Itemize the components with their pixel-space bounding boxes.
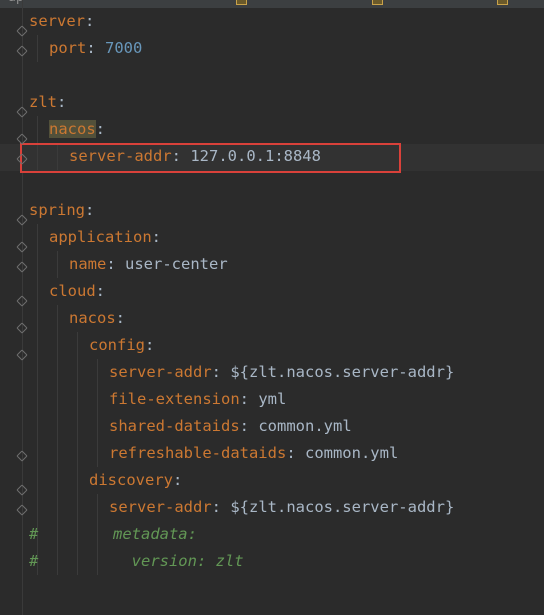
code-line[interactable]: application:	[49, 224, 161, 251]
yaml-separator: :	[85, 12, 95, 30]
yaml-value: common.yml	[304, 444, 399, 462]
yaml-separator: :	[106, 255, 125, 273]
yaml-separator: :	[239, 390, 259, 408]
code-line[interactable]: name: user-center	[69, 251, 228, 278]
code-line[interactable]: discovery:	[89, 467, 182, 494]
yaml-key: shared-dataids	[109, 417, 240, 435]
yaml-key: name	[69, 255, 107, 273]
code-line[interactable]: # version: zlt	[29, 548, 244, 575]
yaml-separator: :	[86, 39, 105, 57]
code-line[interactable]: config:	[89, 332, 154, 359]
yaml-separator: :	[115, 309, 126, 327]
yaml-separator: :	[145, 336, 155, 354]
yaml-key: zlt	[29, 93, 57, 111]
yaml-key: cloud	[49, 282, 96, 300]
comment-text: # metadata:	[29, 525, 197, 543]
yaml-value: 7000	[105, 39, 143, 57]
code-line[interactable]: zlt:	[29, 89, 66, 116]
yaml-separator: :	[239, 417, 259, 435]
code-line[interactable]: shared-dataids: common.yml	[109, 413, 352, 440]
yaml-key: nacos	[49, 120, 96, 138]
code-line[interactable]: cloud:	[49, 278, 105, 305]
yaml-key: spring	[29, 201, 85, 219]
code-line[interactable]: # metadata:	[29, 521, 197, 548]
yaml-value: ${zlt.nacos.server-addr}	[230, 363, 455, 381]
yaml-separator: :	[173, 471, 183, 489]
yaml-key: nacos	[69, 309, 116, 327]
yaml-key: application	[49, 228, 152, 246]
yaml-key: discovery	[89, 471, 173, 489]
code-editor[interactable]: server: port: 7000 zlt: nacos: server-addr: …	[0, 0, 544, 615]
yaml-separator: :	[95, 282, 106, 300]
yaml-separator: :	[95, 120, 106, 138]
annotation-red-box	[20, 143, 401, 173]
yaml-separator: :	[286, 444, 305, 462]
yaml-separator: :	[85, 201, 95, 219]
yaml-key: server-addr	[109, 498, 212, 516]
yaml-separator: :	[151, 228, 161, 246]
yaml-separator: :	[57, 93, 67, 111]
code-line[interactable]: spring:	[29, 197, 94, 224]
code-line[interactable]: port: 7000	[49, 35, 142, 62]
yaml-key: file-extension	[109, 390, 240, 408]
yaml-key: config	[89, 336, 145, 354]
yaml-key: server-addr	[109, 363, 212, 381]
code-line[interactable]: server:	[29, 8, 94, 35]
yaml-key: port	[49, 39, 87, 57]
yaml-value: user-center	[125, 255, 228, 273]
code-line[interactable]: refreshable-dataids: common.yml	[109, 440, 398, 467]
yaml-separator: :	[211, 498, 231, 516]
indent-guide	[57, 251, 58, 278]
yaml-separator: :	[211, 363, 231, 381]
indent-guide	[97, 359, 98, 467]
code-line[interactable]: nacos:	[49, 116, 105, 143]
yaml-value: ${zlt.nacos.server-addr}	[230, 498, 455, 516]
yaml-key: refreshable-dataids	[109, 444, 287, 462]
code-line[interactable]: nacos:	[69, 305, 125, 332]
code-line[interactable]: server-addr: ${zlt.nacos.server-addr}	[109, 359, 454, 386]
yaml-value: yml	[258, 390, 287, 408]
code-line[interactable]: server-addr: ${zlt.nacos.server-addr}	[109, 494, 454, 521]
indent-guide	[37, 35, 38, 62]
code-line[interactable]: file-extension: yml	[109, 386, 286, 413]
yaml-key: server	[29, 12, 85, 30]
yaml-value: common.yml	[258, 417, 352, 435]
comment-text: # version: zlt	[29, 552, 244, 570]
